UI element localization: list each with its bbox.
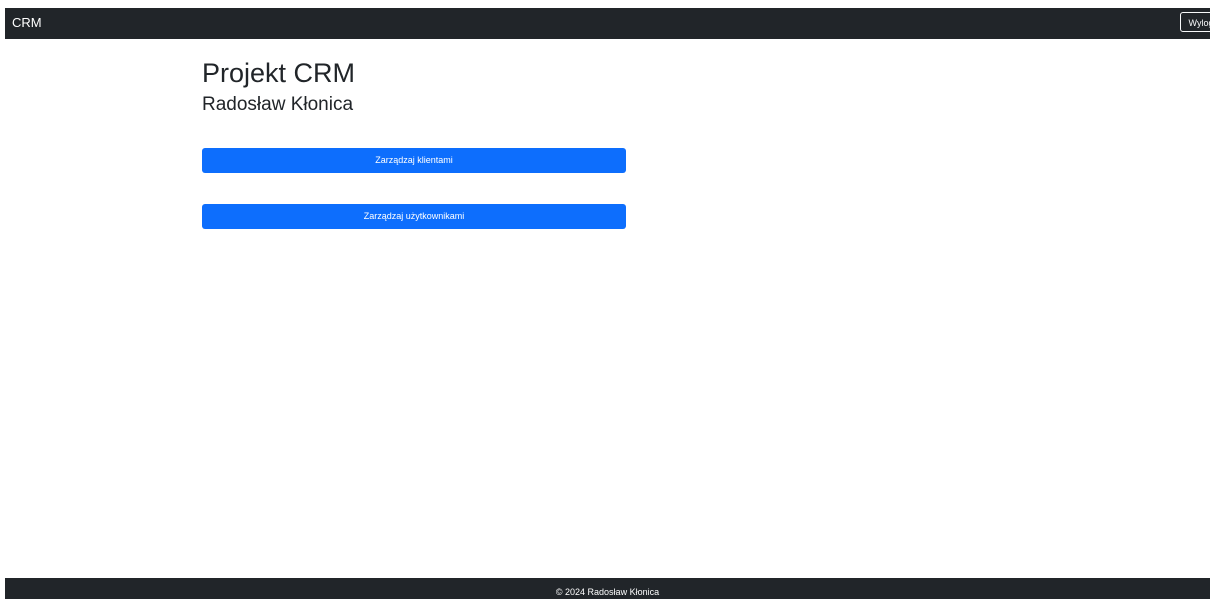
page: CRM Wylog Projekt CRM Radosław Kłonica Z…	[0, 0, 1210, 599]
page-title: Projekt CRM	[202, 58, 356, 88]
logout-button[interactable]: Wylog	[1180, 12, 1210, 32]
copyright-text: © 2024 Radosław Kłonica	[555, 587, 660, 597]
top-navbar: CRM Wylog	[5, 8, 1210, 39]
manage-users-button[interactable]: Zarządzaj użytkownikami	[202, 204, 626, 229]
footer: © 2024 Radosław Kłonica	[5, 578, 1210, 599]
manage-clients-button[interactable]: Zarządzaj klientami	[202, 148, 626, 173]
brand-link[interactable]: CRM	[12, 15, 42, 31]
author-name: Radosław Kłonica	[202, 94, 354, 115]
